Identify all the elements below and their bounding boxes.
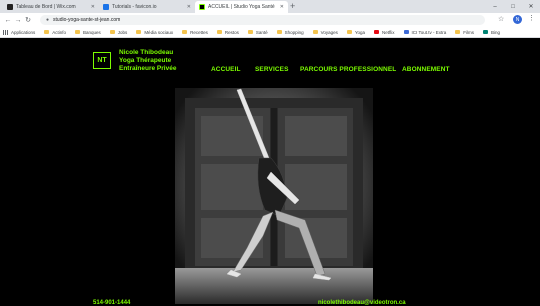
bookmark-restos[interactable]: Restos bbox=[216, 29, 239, 35]
bookmark-label: Recettes bbox=[190, 29, 208, 35]
browser-tab-bar: Tableau de Bord | Wix.com ✕ Tutorials - … bbox=[0, 0, 540, 13]
close-tab-icon[interactable]: ✕ bbox=[187, 4, 191, 10]
folder-icon bbox=[109, 30, 115, 34]
bookmark-films[interactable]: Films bbox=[455, 30, 474, 35]
tab-title: Tutorials - favicon.io bbox=[112, 4, 157, 10]
folder-icon bbox=[247, 30, 253, 34]
bookmark-label: Restos bbox=[224, 29, 239, 35]
bookmark-label: ICI Tout.tv - Extra bbox=[411, 29, 447, 35]
tab-title: Tableau de Bord | Wix.com bbox=[16, 4, 76, 10]
hero-yoga-photo bbox=[175, 88, 373, 304]
bookmark-label: Films bbox=[463, 29, 474, 35]
address-bar[interactable]: ● studio-yoga-sante-st-jean.com bbox=[40, 15, 485, 25]
website-content: NT Nicole Thibodeau Yoga Thérapeute Entr… bbox=[0, 38, 540, 306]
bookmark-label: Santé bbox=[255, 29, 268, 35]
bing-icon bbox=[482, 30, 488, 34]
url-text: studio-yoga-sante-st-jean.com bbox=[53, 17, 121, 23]
apps-grid-icon bbox=[3, 29, 8, 35]
bookmark-label: Netflix bbox=[382, 29, 395, 35]
bookmark-label: Shopping bbox=[284, 29, 304, 35]
bookmark-label: Yoga bbox=[354, 29, 366, 35]
bookmark-label: Média sociaux bbox=[144, 29, 174, 35]
bookmark-label: Bing bbox=[490, 29, 500, 35]
netflix-icon bbox=[374, 30, 380, 34]
nav-services[interactable]: SERVICES bbox=[255, 66, 289, 73]
reload-icon[interactable]: ↻ bbox=[23, 16, 33, 24]
bookmark-bing[interactable]: Bing bbox=[482, 29, 500, 35]
nav-accueil[interactable]: ACCUEIL bbox=[211, 66, 241, 73]
back-arrow-icon[interactable]: ← bbox=[3, 17, 13, 24]
nav-parcours-professionnel[interactable]: PARCOURS PROFESSIONNEL bbox=[300, 66, 396, 73]
minimize-button[interactable]: – bbox=[486, 0, 504, 13]
folder-icon bbox=[75, 30, 81, 34]
lock-icon: ● bbox=[46, 17, 50, 23]
brand-line-subtitle: Entraîneure Privée bbox=[119, 65, 177, 72]
close-tab-icon[interactable]: ✕ bbox=[280, 4, 284, 10]
bookmark-applications[interactable]: Applications bbox=[3, 29, 36, 35]
folder-icon bbox=[182, 30, 188, 34]
bookmark-label: Applications bbox=[11, 29, 36, 35]
kebab-menu-icon[interactable]: ⋮ bbox=[528, 14, 535, 22]
folder-icon bbox=[216, 30, 222, 34]
footer-email[interactable]: nicolethibodeau@videotron.ca bbox=[318, 300, 406, 306]
forward-arrow-icon[interactable]: → bbox=[13, 17, 23, 24]
wix-favicon-icon bbox=[7, 4, 13, 10]
bookmark-label: Banques bbox=[83, 29, 101, 35]
close-tab-icon[interactable]: ✕ bbox=[91, 4, 95, 10]
bookmark-voyages[interactable]: Voyages bbox=[312, 29, 338, 35]
tab-favicon-tutorials[interactable]: Tutorials - favicon.io ✕ bbox=[99, 1, 195, 13]
bookmark-shopping[interactable]: Shopping bbox=[276, 29, 304, 35]
folder-icon bbox=[312, 30, 318, 34]
maximize-button[interactable]: □ bbox=[504, 0, 522, 13]
brand-line-name: Nicole Thibodeau bbox=[119, 49, 174, 56]
yoga-pose-photo bbox=[175, 88, 373, 304]
profile-avatar[interactable]: N bbox=[513, 15, 522, 24]
folder-icon bbox=[346, 30, 352, 34]
site-icon bbox=[403, 30, 409, 34]
bookmark-banques[interactable]: Banques bbox=[75, 30, 101, 35]
folder-icon bbox=[136, 30, 142, 34]
tab-title: ACCUEIL | Studio Yoga Santé bbox=[208, 4, 275, 10]
new-tab-button[interactable]: + bbox=[290, 1, 295, 11]
bookmark-yoga[interactable]: Yoga bbox=[346, 29, 366, 35]
folder-icon bbox=[44, 30, 50, 34]
studio-favicon-icon bbox=[199, 4, 205, 10]
close-window-button[interactable]: ✕ bbox=[522, 0, 540, 13]
folder-icon bbox=[276, 30, 282, 34]
bookmark-recettes[interactable]: Recettes bbox=[182, 30, 208, 35]
tab-wix-dashboard[interactable]: Tableau de Bord | Wix.com ✕ bbox=[3, 1, 99, 13]
folder-icon bbox=[455, 30, 461, 34]
bookmark-sant-[interactable]: Santé bbox=[247, 29, 268, 35]
bookmark-label: Jobs bbox=[117, 29, 128, 35]
bookmark-ici-tout-tv-extra[interactable]: ICI Tout.tv - Extra bbox=[403, 29, 447, 35]
bookmark-star-icon[interactable]: ☆ bbox=[498, 15, 504, 23]
footer-phone[interactable]: 514-901-1444 bbox=[93, 300, 130, 306]
browser-toolbar: ← → ↻ ● studio-yoga-sante-st-jean.com ☆ … bbox=[0, 13, 540, 27]
tab-studio-yoga[interactable]: ACCUEIL | Studio Yoga Santé ✕ bbox=[195, 1, 288, 13]
bookmark-label: Voyages bbox=[320, 29, 338, 35]
favicon-io-icon bbox=[103, 4, 109, 10]
nt-logo[interactable]: NT bbox=[93, 52, 111, 69]
nav-abonnement[interactable]: ABONNEMENT bbox=[402, 66, 450, 73]
bookmark-label: Actinfo bbox=[52, 29, 67, 35]
brand-line-title: Yoga Thérapeute bbox=[119, 57, 172, 64]
bookmark-netflix[interactable]: Netflix bbox=[374, 30, 395, 35]
bookmark-m-dia-sociaux[interactable]: Média sociaux bbox=[136, 30, 173, 35]
bookmark-jobs[interactable]: Jobs bbox=[109, 29, 128, 35]
bookmarks-bar: Applications Actinfo Banques Jobs Média soci… bbox=[0, 27, 540, 38]
brand-name: Nicole Thibodeau Yoga Thérapeute Entraîn… bbox=[119, 49, 176, 73]
bookmark-actinfo[interactable]: Actinfo bbox=[44, 30, 66, 35]
